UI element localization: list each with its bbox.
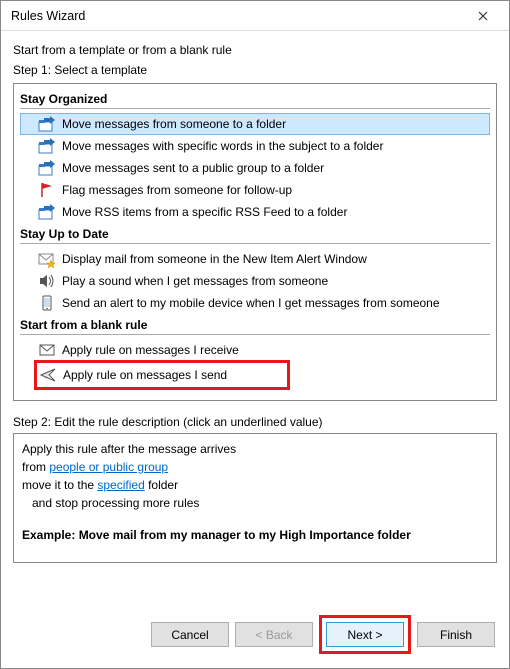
templates-list: Stay Organized Move messages from someon… (13, 83, 497, 401)
highlight-apply-send: Apply rule on messages I send (34, 360, 290, 390)
envelope-star-icon (38, 250, 56, 268)
rule-description-box: Apply this rule after the message arrive… (13, 433, 497, 563)
cancel-button[interactable]: Cancel (151, 622, 229, 647)
move-folder-icon (38, 137, 56, 155)
desc-example: Example: Move mail from my manager to my… (22, 526, 488, 544)
template-move-rss[interactable]: Move RSS items from a specific RSS Feed … (20, 201, 490, 223)
template-label: Apply rule on messages I send (63, 368, 227, 382)
template-label: Apply rule on messages I receive (62, 343, 239, 357)
divider (20, 108, 490, 109)
back-button[interactable]: < Back (235, 622, 313, 647)
template-move-from-someone[interactable]: Move messages from someone to a folder (20, 113, 490, 135)
template-play-sound[interactable]: Play a sound when I get messages from so… (20, 270, 490, 292)
move-folder-icon (38, 115, 56, 133)
close-button[interactable] (463, 2, 503, 30)
template-label: Play a sound when I get messages from so… (62, 274, 328, 288)
move-folder-icon (38, 203, 56, 221)
link-people-or-group[interactable]: people or public group (49, 460, 168, 474)
template-move-public-group[interactable]: Move messages sent to a public group to … (20, 157, 490, 179)
step2-label: Step 2: Edit the rule description (click… (13, 415, 497, 429)
divider (20, 243, 490, 244)
mobile-icon (38, 294, 56, 312)
template-move-subject-words[interactable]: Move messages with specific words in the… (20, 135, 490, 157)
desc-line3: move it to the specified folder (22, 476, 488, 494)
button-bar: Cancel < Back Next > Finish (1, 607, 509, 668)
step1-label: Step 1: Select a template (13, 63, 497, 77)
desc-line1: Apply this rule after the message arrive… (22, 440, 488, 458)
template-apply-send[interactable]: Apply rule on messages I send (39, 363, 287, 387)
template-label: Move RSS items from a specific RSS Feed … (62, 205, 347, 219)
close-icon (478, 11, 488, 21)
flag-icon (38, 181, 56, 199)
section-stay-up-to-date: Stay Up to Date (20, 227, 490, 241)
template-label: Move messages with specific words in the… (62, 139, 383, 153)
envelope-icon (38, 341, 56, 359)
rules-wizard-window: Rules Wizard Start from a template or fr… (0, 0, 510, 669)
content-area: Start from a template or from a blank ru… (1, 31, 509, 607)
template-label: Move messages from someone to a folder (62, 117, 286, 131)
window-title: Rules Wizard (11, 9, 463, 23)
finish-button[interactable]: Finish (417, 622, 495, 647)
titlebar: Rules Wizard (1, 1, 509, 31)
template-label: Send an alert to my mobile device when I… (62, 296, 440, 310)
template-label: Display mail from someone in the New Ite… (62, 252, 367, 266)
template-label: Move messages sent to a public group to … (62, 161, 324, 175)
desc-line4: and stop processing more rules (22, 496, 199, 510)
link-specified-folder[interactable]: specified (97, 478, 144, 492)
move-folder-icon (38, 159, 56, 177)
desc-line2: from people or public group (22, 458, 488, 476)
divider (20, 334, 490, 335)
intro-text: Start from a template or from a blank ru… (13, 43, 497, 57)
template-display-alert[interactable]: Display mail from someone in the New Ite… (20, 248, 490, 270)
sound-icon (38, 272, 56, 290)
section-blank-rule: Start from a blank rule (20, 318, 490, 332)
send-icon (39, 366, 57, 384)
highlight-next: Next > (319, 615, 411, 654)
next-button[interactable]: Next > (326, 622, 404, 647)
template-apply-receive[interactable]: Apply rule on messages I receive (20, 339, 490, 361)
section-stay-organized: Stay Organized (20, 92, 490, 106)
template-mobile-alert[interactable]: Send an alert to my mobile device when I… (20, 292, 490, 314)
template-label: Flag messages from someone for follow-up (62, 183, 292, 197)
template-flag-followup[interactable]: Flag messages from someone for follow-up (20, 179, 490, 201)
